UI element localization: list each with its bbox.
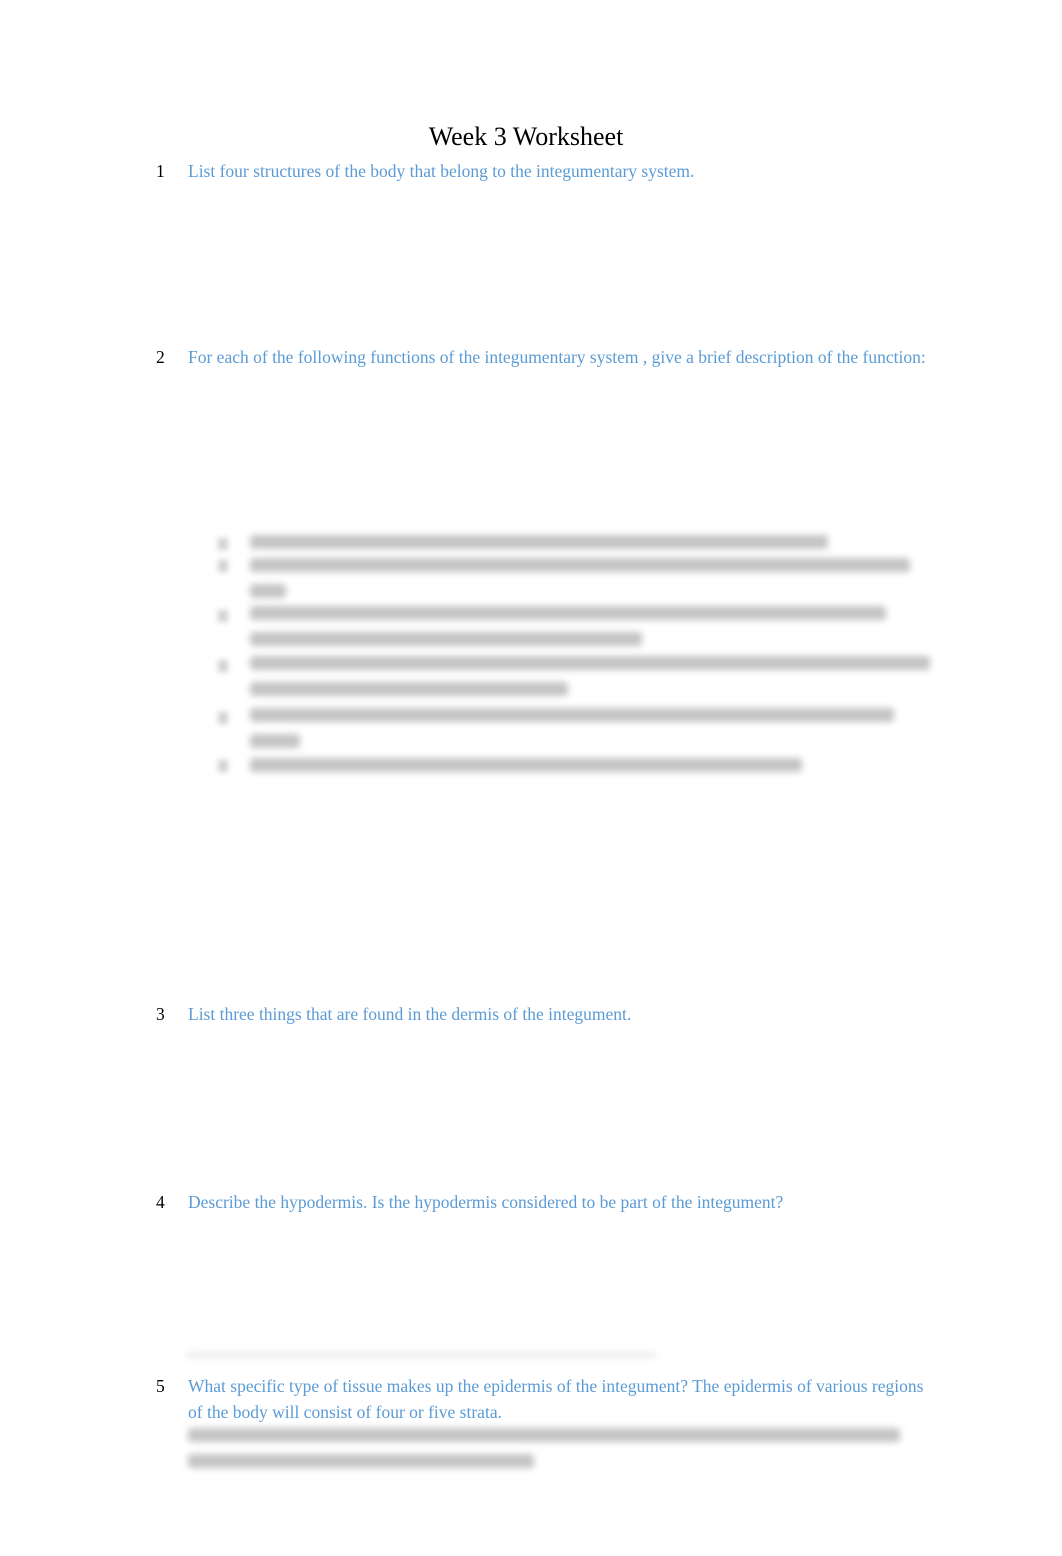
question-number: 3 [156, 1004, 165, 1024]
redacted-line [250, 558, 910, 572]
redacted-line [186, 1352, 656, 1358]
question-number: 1 [156, 161, 165, 181]
redacted-list-number [218, 660, 228, 672]
question-text: List four structures of the body that be… [188, 161, 695, 181]
redacted-list-number [218, 538, 228, 550]
redacted-line [250, 535, 828, 549]
redacted-line [188, 1454, 534, 1468]
redacted-list-number [218, 560, 228, 572]
redacted-line [250, 606, 886, 620]
redacted-list-number [218, 712, 228, 724]
page-title: Week 3 Worksheet [428, 122, 624, 151]
redacted-line [188, 1428, 900, 1442]
question-number: 2 [156, 347, 165, 367]
question-text: For each of the following functions of t… [188, 347, 926, 367]
redacted-list-number [218, 610, 228, 622]
redacted-line [250, 656, 930, 670]
redacted-line [250, 758, 802, 772]
redacted-line [250, 632, 642, 646]
redacted-line [250, 708, 894, 722]
question-number: 5 [156, 1376, 165, 1396]
question-text: What specific type of tissue makes up th… [188, 1376, 924, 1422]
question-number: 4 [156, 1192, 165, 1212]
redacted-line [250, 734, 300, 748]
redacted-list-number [218, 760, 228, 772]
question-text: List three things that are found in the … [188, 1004, 632, 1024]
redacted-line [250, 584, 286, 598]
question-text: Describe the hypodermis. Is the hypoderm… [188, 1192, 784, 1212]
redacted-line [250, 682, 568, 696]
